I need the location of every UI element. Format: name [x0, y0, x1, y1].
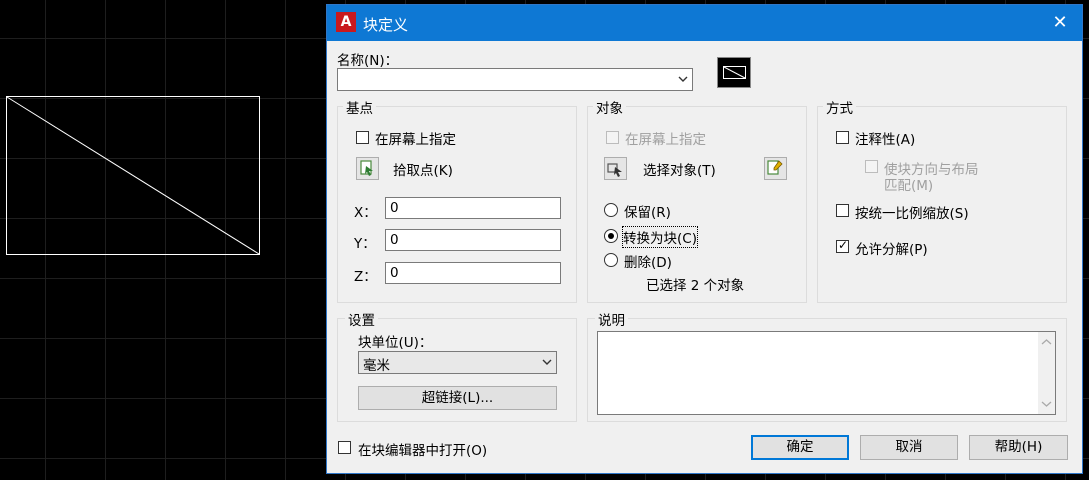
base-specify-on-screen-checkbox[interactable]	[356, 131, 369, 144]
dialog-titlebar[interactable]: A 块定义 ✕	[327, 5, 1082, 41]
open-in-editor-checkbox[interactable]	[338, 441, 351, 454]
z-coordinate-input[interactable]: 0	[385, 262, 561, 284]
radio-selected-dot	[608, 233, 614, 239]
objects-specify-on-screen-label: 在屏幕上指定	[625, 132, 706, 148]
block-unit-select[interactable]: 毫米	[358, 351, 557, 374]
drawn-diagonal-line[interactable]	[6, 96, 260, 255]
help-button[interactable]: 帮助(H)	[969, 435, 1068, 460]
chevron-down-icon	[678, 76, 688, 82]
block-unit-label: 块单位(U)：	[358, 335, 433, 351]
close-icon: ✕	[1052, 12, 1068, 33]
preview-thumbnail-icon	[723, 66, 746, 79]
y-label: Y：	[354, 236, 376, 252]
annotative-checkbox[interactable]	[836, 131, 849, 144]
z-label: Z：	[354, 269, 377, 285]
scale-uniformly-checkbox[interactable]	[836, 204, 849, 217]
name-label: 名称(N)：	[337, 53, 399, 69]
behavior-title: 方式	[823, 97, 856, 117]
delete-radio[interactable]	[604, 253, 618, 267]
cancel-button[interactable]: 取消	[860, 435, 958, 460]
y-coordinate-input[interactable]: 0	[385, 229, 561, 251]
dialog-title: 块定义	[363, 16, 409, 34]
match-orientation-checkbox[interactable]	[865, 160, 878, 173]
block-unit-value: 毫米	[363, 358, 390, 374]
objects-specify-on-screen-checkbox[interactable]	[606, 131, 619, 144]
select-objects-button[interactable]	[604, 157, 627, 180]
description-title: 说明	[595, 309, 628, 329]
autocad-logo-icon: A	[336, 12, 356, 32]
pick-point-button[interactable]	[356, 157, 379, 180]
allow-exploding-label: 允许分解(P)	[855, 242, 928, 258]
selection-status: 已选择 2 个对象	[646, 278, 745, 294]
scroll-up-icon[interactable]	[1038, 336, 1055, 348]
pick-point-label: 拾取点(K)	[393, 163, 453, 179]
convert-to-block-label: 转换为块(C)	[622, 226, 698, 248]
quick-select-button[interactable]	[764, 157, 787, 180]
allow-exploding-checkbox[interactable]: ✓	[836, 238, 849, 253]
quick-select-icon	[767, 160, 783, 175]
settings-title: 设置	[345, 309, 378, 329]
hyperlink-button[interactable]: 超链接(L)...	[358, 386, 557, 410]
annotative-label: 注释性(A)	[855, 132, 916, 148]
select-objects-icon	[607, 163, 622, 177]
scroll-down-icon[interactable]	[1038, 398, 1055, 410]
objects-title: 对象	[593, 97, 626, 117]
chevron-down-icon	[542, 359, 552, 365]
x-coordinate-input[interactable]: 0	[385, 197, 561, 219]
base-specify-on-screen-label: 在屏幕上指定	[375, 132, 456, 148]
x-label: X：	[354, 205, 377, 221]
description-textarea[interactable]	[597, 331, 1056, 415]
checkmark-icon: ✓	[838, 238, 849, 252]
select-objects-label: 选择对象(T)	[643, 163, 716, 179]
convert-to-block-radio[interactable]	[604, 229, 618, 243]
pick-point-icon	[360, 160, 373, 176]
block-preview	[717, 57, 751, 88]
close-button[interactable]: ✕	[1038, 5, 1082, 41]
base-point-title: 基点	[343, 97, 376, 117]
delete-label: 删除(D)	[624, 255, 672, 271]
retain-label: 保留(R)	[624, 205, 671, 221]
retain-radio[interactable]	[604, 203, 618, 217]
block-definition-dialog: A 块定义 ✕ 名称(N)： 基点 在屏幕上指定 拾取点(K) X： 0 Y： …	[326, 4, 1083, 474]
match-orientation-label-line2: 匹配(M)	[884, 178, 934, 194]
ok-button[interactable]: 确定	[751, 435, 849, 460]
name-combobox[interactable]	[337, 68, 693, 91]
description-scrollbar[interactable]	[1038, 332, 1055, 414]
open-in-editor-label: 在块编辑器中打开(O)	[358, 443, 488, 459]
scale-uniformly-label: 按统一比例缩放(S)	[855, 206, 969, 222]
